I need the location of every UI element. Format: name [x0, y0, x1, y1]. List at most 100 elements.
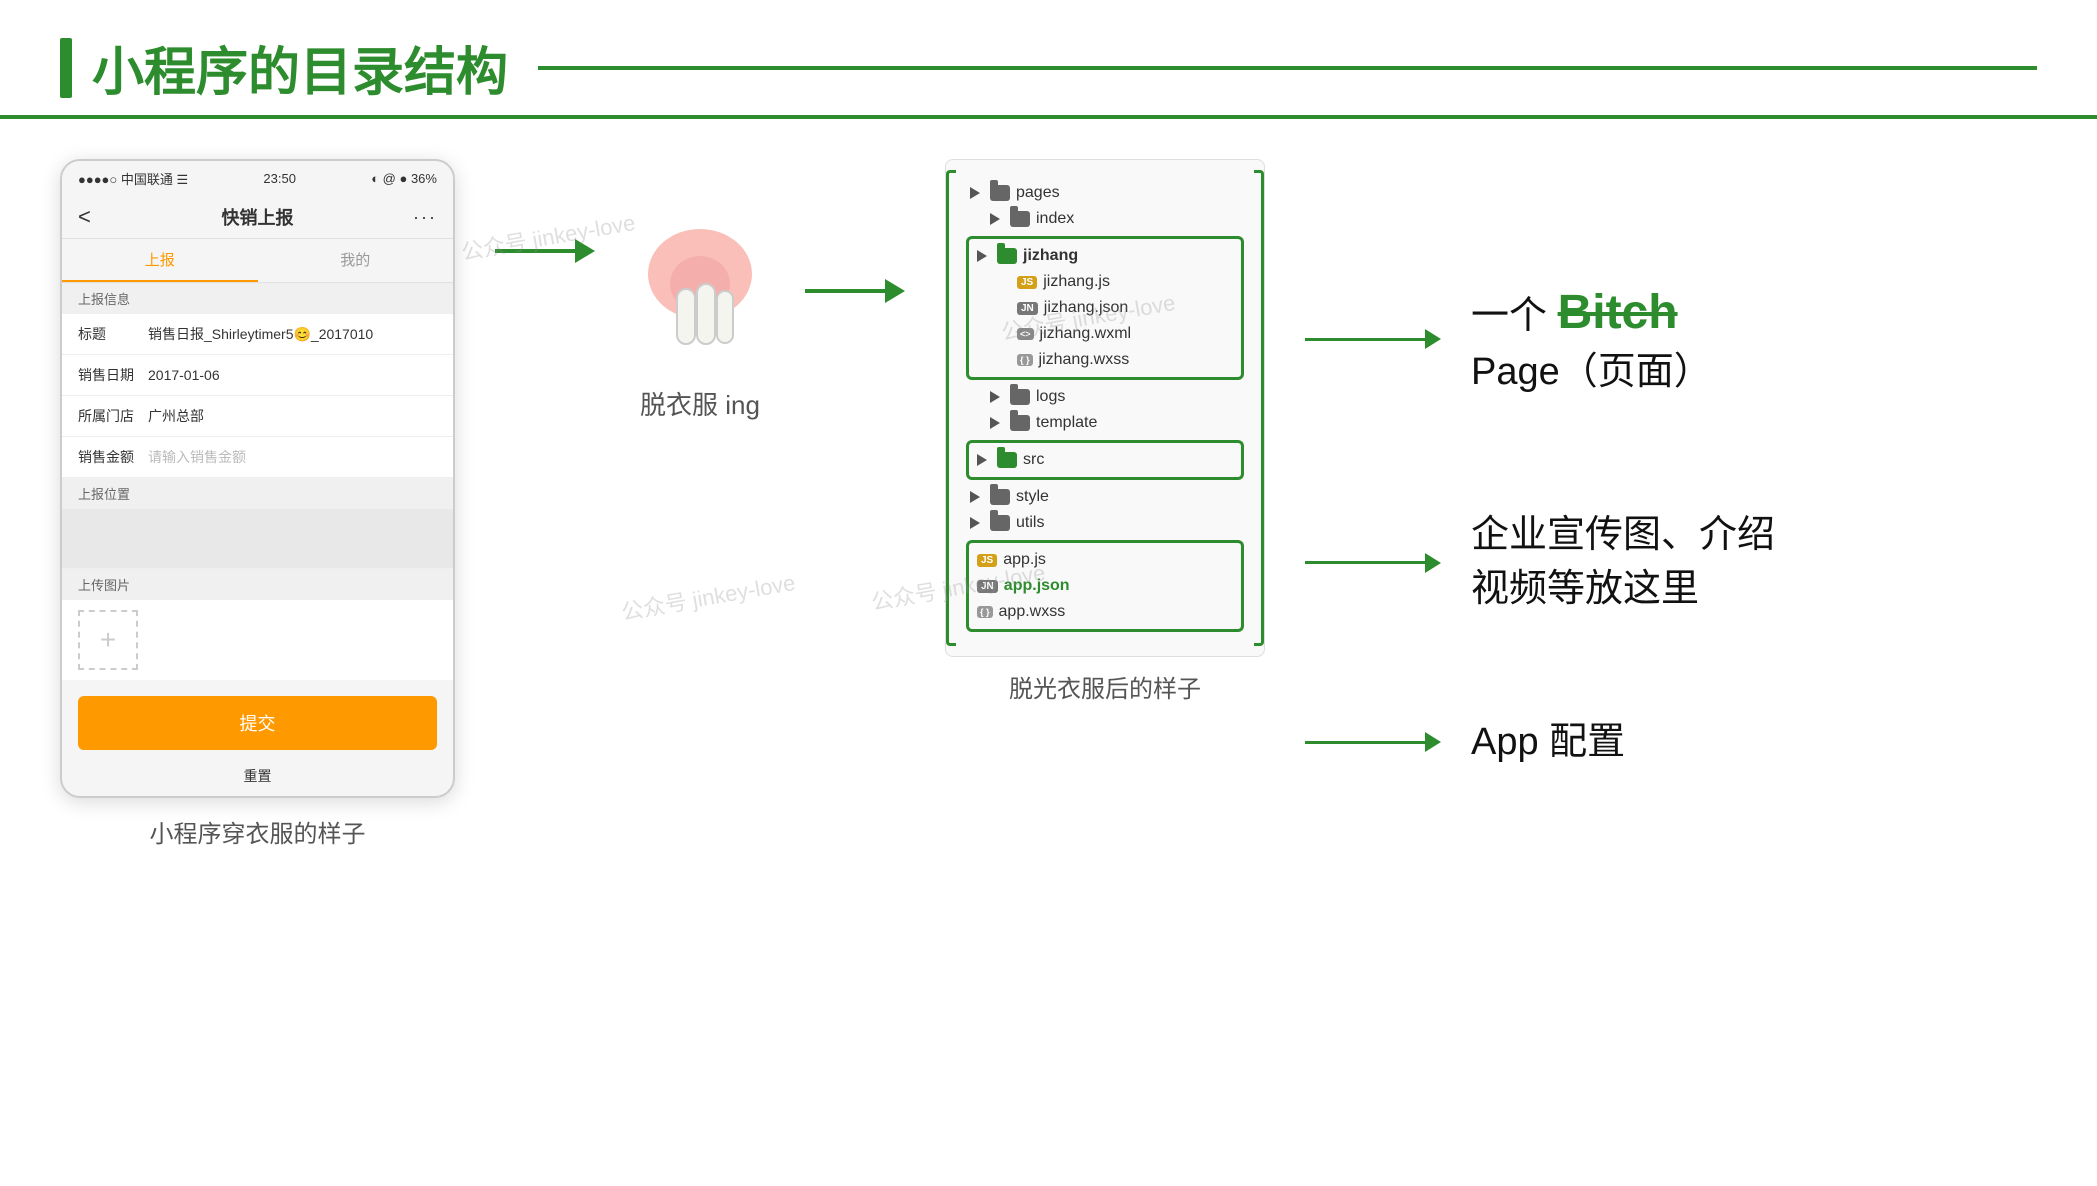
tree-index: index [970, 206, 1240, 232]
triangle-icon [970, 491, 980, 503]
annotation-arrow-2 [1305, 553, 1441, 573]
jizhang-highlight-box: jizhang JS jizhang.js JN jizhang.json <>… [966, 236, 1244, 380]
triangle-icon [990, 417, 1000, 429]
annotation-arrow-3 [1305, 732, 1441, 752]
annotation-src: 企业宣传图、介绍 视频等放这里 [1305, 509, 2037, 615]
tree-jizhang-json: JN jizhang.json [977, 295, 1233, 321]
section-location: 上报位置 [62, 478, 453, 509]
arrow-head [575, 239, 595, 263]
section-upload: 上传图片 [62, 569, 453, 600]
placeholder-amount[interactable]: 请输入销售金额 [148, 447, 437, 467]
src-highlight-box: src [966, 440, 1244, 480]
annotation-arrow-1 [1305, 329, 1441, 349]
row-date: 销售日期 2017-01-06 [62, 355, 453, 396]
triangle-icon [990, 391, 1000, 403]
battery: ◐ @ ● 36% [371, 171, 437, 186]
tab-mine[interactable]: 我的 [258, 239, 454, 282]
json-badge: JN [977, 580, 998, 593]
row-store: 所属门店 广州总部 [62, 396, 453, 437]
tree-pages: pages [970, 180, 1240, 206]
label-date: 销售日期 [78, 365, 148, 385]
wxml-badge: <> [1017, 328, 1034, 340]
annotation-app: App 配置 [1305, 716, 2037, 769]
character-label: 脱衣服 ing [640, 385, 760, 422]
upload-button[interactable]: + [78, 610, 138, 670]
main-content: ●●●●○ 中国联通 ☰ 23:50 ◐ @ ● 36% < 快销上报 ··· … [0, 139, 2097, 869]
filetree-label: 脱光衣服后的样子 [1009, 669, 1201, 704]
annotation-arrowhead [1425, 329, 1441, 349]
item-label: template [1036, 414, 1097, 432]
header-accent [60, 38, 72, 98]
folder-icon [1010, 389, 1030, 405]
value-title: 销售日报_Shirleytimer5😊_2017010 [148, 324, 437, 344]
location-map [62, 509, 453, 569]
arrow-char-to-tree [805, 279, 905, 303]
tree-app-wxss: { } app.wxss [977, 599, 1233, 625]
annotation-text-src: 企业宣传图、介绍 视频等放这里 [1471, 509, 1775, 615]
annotation-text-app: App 配置 [1471, 716, 1625, 769]
row-title: 标题 销售日报_Shirleytimer5😊_2017010 [62, 314, 453, 355]
label-amount: 销售金额 [78, 447, 148, 467]
phone-mockup: ●●●●○ 中国联通 ☰ 23:50 ◐ @ ● 36% < 快销上报 ··· … [60, 159, 455, 798]
item-label: jizhang.json [1044, 299, 1129, 317]
phone-label: 小程序穿衣服的样子 [150, 814, 366, 849]
annotation-page: 一个 Bitch Page（页面） [1305, 279, 2037, 399]
tree-left-bracket [946, 170, 956, 646]
header-line [538, 66, 2037, 70]
label-store: 所属门店 [78, 406, 148, 426]
tree-jizhang-wxss: { } jizhang.wxss [977, 347, 1233, 373]
item-label: logs [1036, 388, 1065, 406]
tree-src: src [977, 447, 1233, 473]
submit-button[interactable]: 提交 [78, 696, 437, 750]
page-title: 小程序的目录结构 [92, 30, 508, 105]
item-label: jizhang.js [1043, 273, 1110, 291]
item-label: app.json [1004, 577, 1070, 595]
tree-jizhang-wxml: <> jizhang.wxml [977, 321, 1233, 347]
folder-icon [990, 515, 1010, 531]
arrow-line [495, 249, 575, 253]
item-label: jizhang.wxss [1039, 351, 1130, 369]
phone-status-bar: ●●●●○ 中国联通 ☰ 23:50 ◐ @ ● 36% [62, 161, 453, 196]
more-button[interactable]: ··· [413, 207, 437, 228]
arrow-head2 [885, 279, 905, 303]
tree-jizhang: jizhang [977, 243, 1233, 269]
annotation-arrowhead [1425, 732, 1441, 752]
folder-icon-green [997, 248, 1017, 264]
back-button[interactable]: < [78, 204, 91, 230]
item-label: pages [1016, 184, 1060, 202]
phone-section: ●●●●○ 中国联通 ☰ 23:50 ◐ @ ● 36% < 快销上报 ··· … [60, 159, 455, 849]
annotation-line [1305, 561, 1425, 564]
item-label: index [1036, 210, 1074, 228]
triangle-icon [970, 187, 980, 199]
upload-area: + [62, 600, 453, 680]
tree-style: style [970, 484, 1240, 510]
value-store: 广州总部 [148, 406, 437, 426]
json-badge: JN [1017, 302, 1038, 315]
triangle-icon [977, 454, 987, 466]
item-label: utils [1016, 514, 1044, 532]
item-label: src [1023, 451, 1044, 469]
label-title: 标题 [78, 324, 148, 344]
folder-icon [990, 185, 1010, 201]
section-info: 上报信息 [62, 283, 453, 314]
reset-button[interactable]: 重置 [62, 766, 453, 796]
value-date: 2017-01-06 [148, 367, 437, 383]
tree-logs: logs [970, 384, 1240, 410]
annotation-line [1305, 338, 1425, 341]
character-section: 脱衣服 ing [635, 219, 765, 422]
annotation-text-page: 一个 Bitch Page（页面） [1471, 279, 1712, 399]
tab-upload[interactable]: 上报 [62, 239, 258, 282]
page-header: 小程序的目录结构 [0, 0, 2097, 119]
tree-app-json: JN app.json [977, 573, 1233, 599]
triangle-icon [990, 213, 1000, 225]
annotations: 一个 Bitch Page（页面） 企业宣传图、介绍 视频等放这里 App 配置 [1305, 199, 2037, 769]
folder-icon [990, 489, 1010, 505]
item-label: style [1016, 488, 1049, 506]
tree-right-bracket [1254, 170, 1264, 646]
item-label: app.wxss [999, 603, 1066, 621]
item-label: jizhang [1023, 247, 1078, 265]
character-image [635, 219, 765, 369]
arrow-line2 [805, 289, 885, 293]
js-badge: JS [1017, 276, 1037, 289]
wxss-badge: { } [1017, 354, 1033, 366]
